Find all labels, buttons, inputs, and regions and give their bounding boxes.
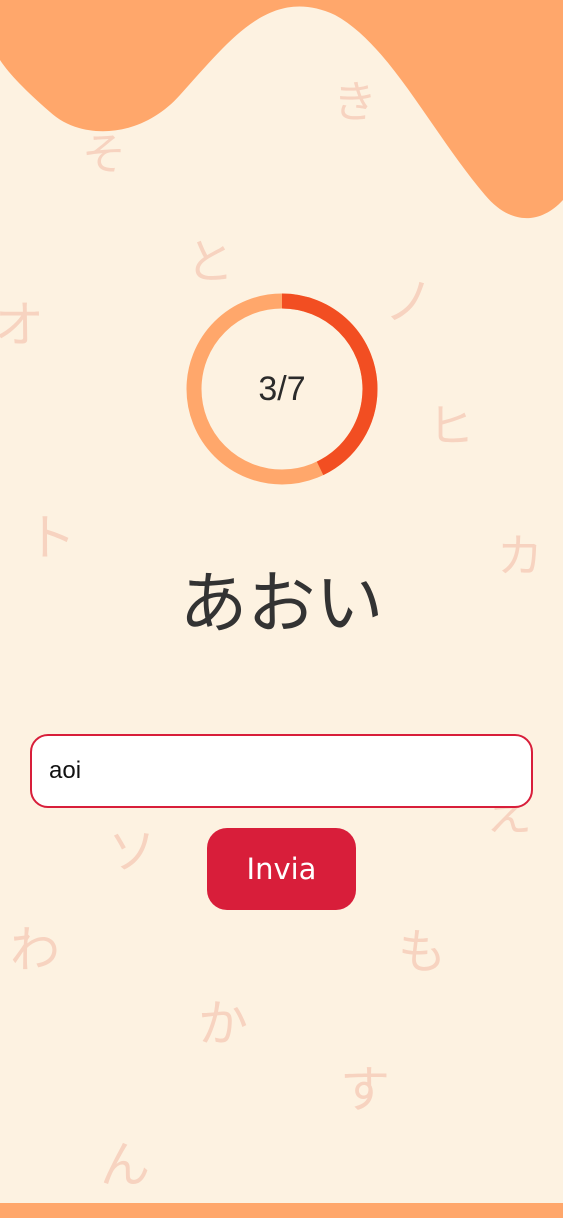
background-kana: ん: [100, 1136, 150, 1194]
background-kana: ノ: [384, 273, 434, 331]
quiz-word: あおい: [179, 565, 384, 644]
background-kana: ソ: [108, 824, 157, 880]
bottom-bar: [0, 1203, 563, 1218]
background-kana: ヒ: [428, 399, 474, 453]
background-kana: オ: [0, 296, 44, 354]
background-kana: と: [186, 234, 235, 290]
progress-counter: 3/7: [258, 369, 306, 408]
background-kana: わ: [10, 921, 60, 979]
answer-input[interactable]: [30, 734, 533, 808]
background-kana: か: [198, 995, 248, 1053]
background-kana: す: [340, 1061, 390, 1119]
submit-button[interactable]: Invia: [207, 828, 356, 910]
background-kana: も: [398, 924, 447, 980]
top-wave-decoration: [0, 0, 563, 219]
